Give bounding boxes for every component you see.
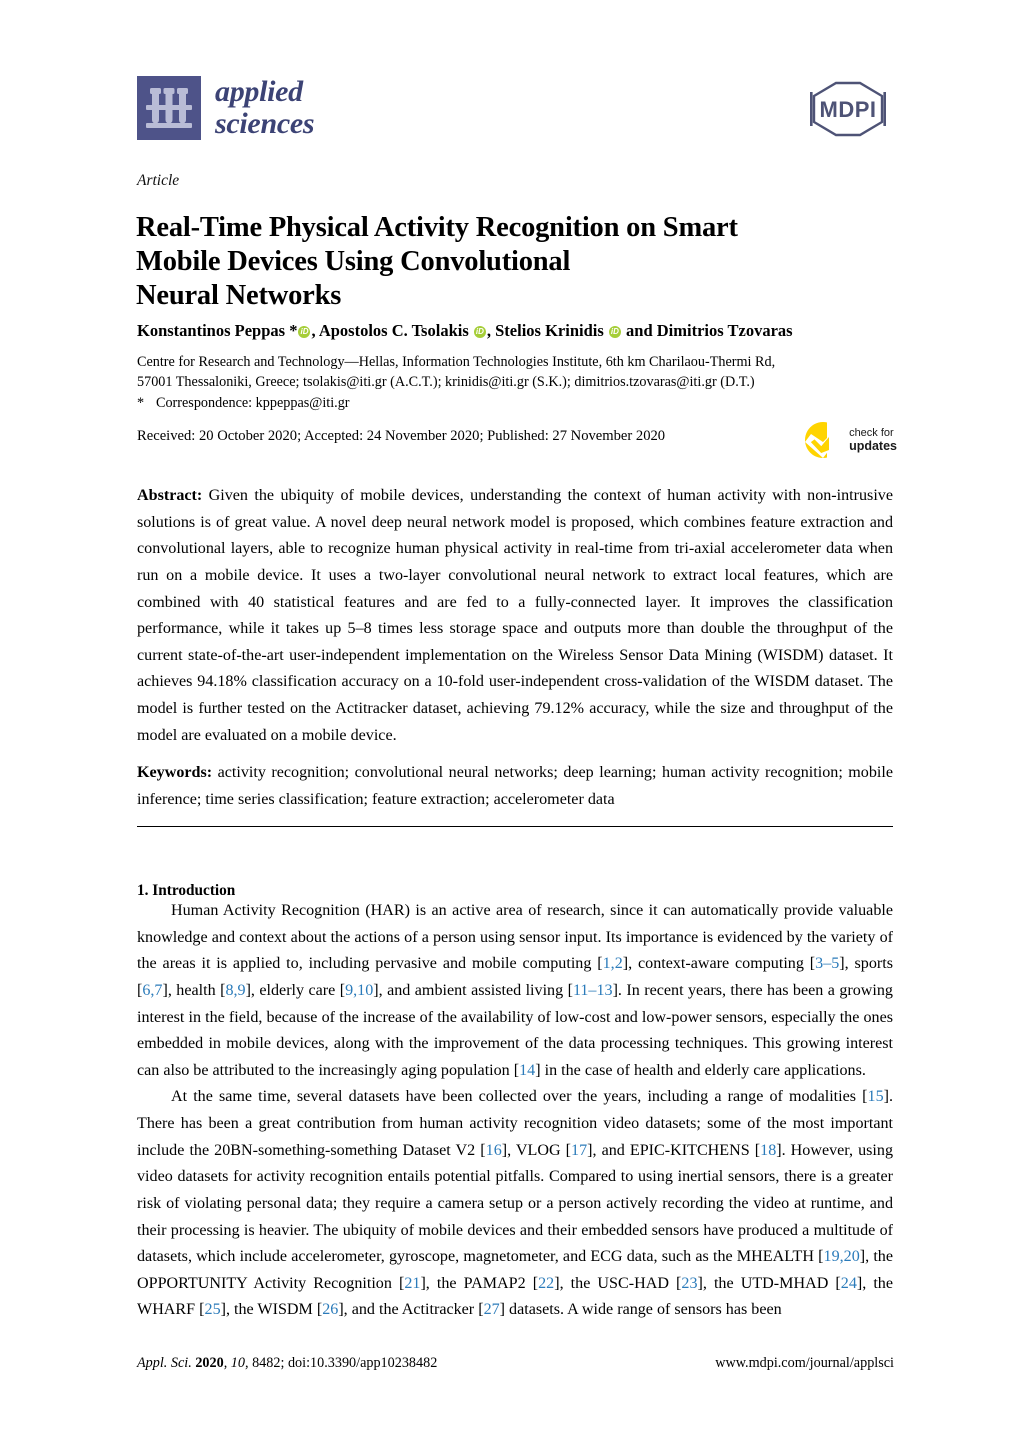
cfu-line-1: check for <box>849 426 894 439</box>
author-list: Konstantinos Peppas * iD, Apostolos C. Ts… <box>137 320 897 342</box>
citation-link[interactable]: 27 <box>484 1301 500 1318</box>
author-4: Dimitrios Tzovaras <box>656 321 793 340</box>
section-divider <box>137 826 893 827</box>
p1-part-d: ], health [ <box>162 981 226 999</box>
citation-link[interactable]: 8,9 <box>225 982 245 999</box>
author-1: Konstantinos Peppas * <box>137 321 298 340</box>
p1-part-b: ], context-aware computing [ <box>622 955 816 973</box>
mdpi-logo: MDPI <box>806 80 890 143</box>
p2-part-k: ], the WISDM [ <box>220 1301 323 1319</box>
citation-link[interactable]: 21 <box>404 1275 420 1292</box>
footer-citation: Appl. Sci. 2020, 10, 8482; doi:10.3390/a… <box>137 1355 438 1371</box>
keywords-label: Keywords: <box>137 764 213 781</box>
citation-link[interactable]: 25 <box>205 1301 221 1318</box>
citation-link[interactable]: 3–5 <box>815 955 839 972</box>
p2-part-g: ], the PAMAP2 [ <box>420 1274 539 1292</box>
journal-name-line1: applied <box>215 75 303 108</box>
section-heading-introduction: 1. Introduction <box>137 881 236 899</box>
citation-link[interactable]: 11–13 <box>573 982 613 999</box>
citation-link[interactable]: 1,2 <box>603 955 623 972</box>
citation-link[interactable]: 15 <box>868 1088 884 1105</box>
affiliation-line-1: Centre for Research and Technology—Hella… <box>137 354 776 370</box>
p2-part-i: ], the UTD-MHAD [ <box>697 1274 841 1292</box>
abstract-block: Abstract: Given the ubiquity of mobile d… <box>137 483 893 749</box>
author-sep-2: , <box>486 321 496 340</box>
p2-part-m: ] datasets. A wide range of sensors has … <box>499 1301 782 1319</box>
citation-link[interactable]: 6,7 <box>142 982 162 999</box>
correspondence-line: * Correspondence: kppeppas@iti.gr <box>137 393 899 413</box>
svg-text:MDPI: MDPI <box>820 97 877 122</box>
footer-article-number: 8482 <box>252 1355 281 1371</box>
citation-link[interactable]: 9,10 <box>345 982 373 999</box>
citation-link[interactable]: 16 <box>486 1142 502 1159</box>
footer-year: 2020 <box>195 1355 224 1371</box>
journal-name-line2: sciences <box>215 107 315 141</box>
p2-part-c: ], VLOG [ <box>501 1141 572 1159</box>
publication-dates: Received: 20 October 2020; Accepted: 24 … <box>137 428 666 444</box>
footer-journal-abbrev: Appl. Sci. <box>137 1355 192 1371</box>
page-footer: Appl. Sci. 2020, 10, 8482; doi:10.3390/a… <box>137 1355 894 1372</box>
correspondence-marker: * <box>137 395 145 412</box>
abstract-text: Given the ubiquity of mobile devices, un… <box>137 487 893 744</box>
citation-link[interactable]: 23 <box>681 1275 697 1292</box>
p1-part-h: ] in the case of health and elderly care… <box>535 1061 866 1079</box>
cfu-line-2: updates <box>849 439 897 454</box>
body-text: Human Activity Recognition (HAR) is an a… <box>137 898 893 1324</box>
journal-brand: applied sciences <box>137 75 315 141</box>
citation-link[interactable]: 18 <box>760 1142 776 1159</box>
citation-link[interactable]: 14 <box>519 1062 535 1079</box>
citation-link[interactable]: 19,20 <box>824 1248 860 1265</box>
title-line-2: Mobile Devices Using Convolutional <box>136 246 571 278</box>
p1-part-f: ], and ambient assisted living [ <box>373 981 573 999</box>
paper-page: applied sciences MDPI Article Real-Time … <box>0 0 1020 1442</box>
check-for-updates-text: check for updates <box>849 427 897 453</box>
keywords-block: Keywords: activity recognition; convolut… <box>137 760 893 813</box>
p2-part-a: At the same time, several datasets have … <box>171 1088 868 1106</box>
yellow-checkmark-icon <box>805 422 844 460</box>
citation-link[interactable]: 22 <box>538 1275 554 1292</box>
citation-link[interactable]: 24 <box>841 1275 857 1292</box>
orcid-icon[interactable]: iD <box>298 326 311 338</box>
orcid-icon[interactable]: iD <box>473 326 486 338</box>
citation-link[interactable]: 26 <box>322 1301 338 1318</box>
journal-name: applied sciences <box>215 75 315 141</box>
title-line-3: Neural Networks <box>136 280 342 312</box>
article-type-label: Article <box>137 172 180 189</box>
masthead: applied sciences MDPI <box>137 75 890 154</box>
footer-doi: doi:10.3390/app10238482 <box>287 1355 438 1371</box>
affiliation-block: Centre for Research and Technology—Hella… <box>137 352 899 413</box>
keywords-text: activity recognition; convolutional neur… <box>137 764 893 808</box>
footer-volume: 10 <box>230 1355 245 1371</box>
title-line-1: Real-Time Physical Activity Recognition … <box>136 212 738 244</box>
author-sep-3: and <box>621 321 657 340</box>
p2-part-d: ], and EPIC-KITCHENS [ <box>587 1141 761 1159</box>
paragraph-2: At the same time, several datasets have … <box>137 1084 893 1324</box>
affiliation-line-2: 57001 Thessaloniki, Greece; tsolakis@iti… <box>137 374 755 391</box>
paragraph-1: Human Activity Recognition (HAR) is an a… <box>137 898 893 1084</box>
author-3: Stelios Krinidis <box>495 321 608 340</box>
correspondence-text: Correspondence: kppeppas@iti.gr <box>156 395 350 412</box>
author-2: Apostolos C. Tsolakis <box>318 321 473 340</box>
p1-part-e: ], elderly care [ <box>245 981 346 999</box>
footer-url[interactable]: www.mdpi.com/journal/applsci <box>715 1355 894 1372</box>
citation-link[interactable]: 17 <box>571 1142 587 1159</box>
abstract-label: Abstract: <box>137 487 203 504</box>
author-sep-1: , <box>311 321 319 340</box>
page-title: Real-Time Physical Activity Recognition … <box>136 211 896 314</box>
test-tube-rack-icon <box>137 76 201 141</box>
check-for-updates-badge[interactable]: check for updates <box>803 420 897 460</box>
p2-part-l: ], and the Actitracker [ <box>338 1301 484 1319</box>
orcid-icon[interactable]: iD <box>608 326 621 338</box>
p2-part-h: ], the USC-HAD [ <box>554 1274 682 1292</box>
dates-row: Received: 20 October 2020; Accepted: 24 … <box>137 422 897 460</box>
p2-part-e: ]. However, using video datasets for act… <box>137 1141 893 1266</box>
